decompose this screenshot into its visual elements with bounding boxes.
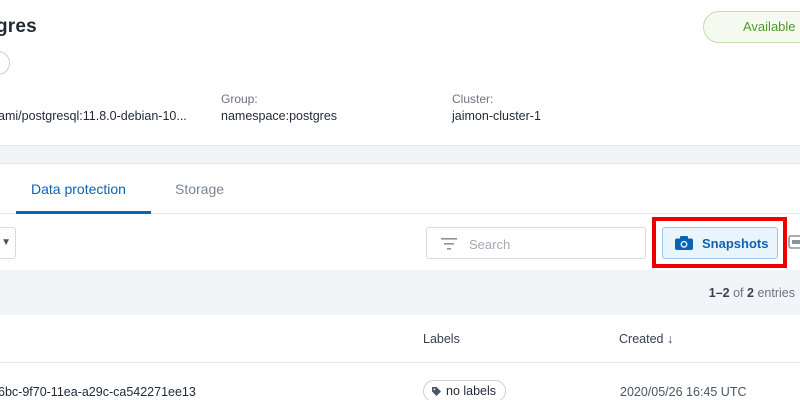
snapshot-id[interactable]: 6bc-9f70-11ea-a29c-ca542271ee13: [0, 385, 196, 399]
created-date: 2020/05/26 16:45 UTC: [620, 385, 747, 399]
group-value: namespace:postgres: [221, 109, 338, 123]
main-panel: Data protection Storage ▼ Snapshots 1–2 …: [0, 163, 800, 400]
search-field[interactable]: [426, 227, 646, 259]
header-divider: [0, 362, 800, 363]
tag-icon: [432, 387, 441, 396]
active-tab-indicator: [16, 211, 151, 214]
cluster-value: jaimon-cluster-1: [452, 109, 541, 123]
details-card: gres Available ami/postgresql:11.8.0-deb…: [0, 0, 800, 146]
tab-storage[interactable]: Storage: [175, 181, 224, 197]
pagination-of: of: [733, 286, 744, 300]
filter-icon: [441, 238, 457, 250]
column-header-created[interactable]: Created ↓: [619, 332, 673, 346]
image-value: ami/postgresql:11.8.0-debian-10...: [0, 109, 187, 123]
tab-bar: Data protection Storage: [0, 164, 800, 214]
group-label: Group:: [221, 92, 258, 106]
pagination-total: 2: [747, 286, 754, 300]
namespace-pill[interactable]: [0, 51, 10, 75]
tab-data-protection[interactable]: Data protection: [31, 181, 126, 197]
chevron-down-icon: ▼: [1, 237, 11, 248]
pagination-range: 1–2: [708, 286, 730, 300]
pagination-unit: entries: [757, 286, 795, 300]
column-header-labels[interactable]: Labels: [423, 332, 460, 346]
labels-value: no labels: [446, 384, 497, 398]
app-title: gres: [0, 16, 37, 37]
pagination-summary: 1–2 of 2 entries: [709, 286, 795, 300]
labels-tag: no labels: [423, 380, 507, 400]
cluster-label: Cluster:: [452, 92, 494, 106]
status-badge: Available: [703, 11, 800, 43]
camera-icon: [675, 236, 693, 250]
backup-icon[interactable]: [788, 235, 800, 249]
snapshots-button[interactable]: Snapshots: [662, 227, 778, 259]
pagination-bar: 1–2 of 2 entries: [0, 270, 800, 315]
search-input[interactable]: [469, 234, 639, 254]
filter-dropdown[interactable]: ▼: [0, 227, 16, 259]
snapshots-label: Snapshots: [702, 236, 769, 251]
